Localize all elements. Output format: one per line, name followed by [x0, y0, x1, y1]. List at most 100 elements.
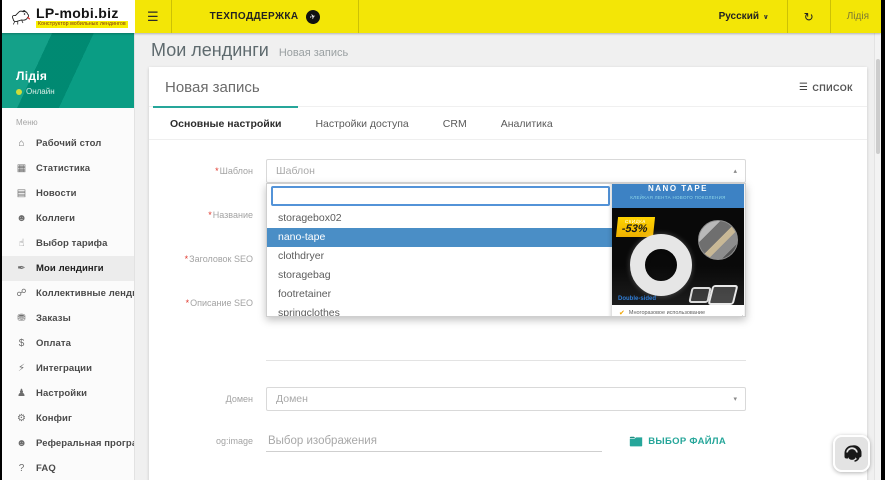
profile-status: Онлайн [16, 87, 134, 96]
sidebar-item[interactable]: ⚙ Конфиг [2, 406, 134, 431]
faq-icon: ? [18, 463, 25, 474]
tab-label: Основные настройки [170, 118, 282, 130]
tab-label: Аналитика [500, 118, 553, 130]
sidebar-item[interactable]: ☍ Коллективные лендинги [2, 281, 134, 306]
breadcrumb-sub: Новая запись [278, 47, 349, 59]
template-search-input[interactable] [271, 186, 610, 206]
colleagues-icon: ☻ [16, 213, 27, 224]
language-selector[interactable]: Русский ∨ [701, 0, 787, 33]
name-field-label: Название [149, 210, 266, 220]
logo-tagline: Конструктор мобильных лендингов [36, 20, 128, 28]
domain-placeholder: Домен [276, 393, 308, 405]
support-chat-widget[interactable] [833, 435, 870, 472]
sidebar-item-label: Новости [36, 188, 77, 199]
list-button[interactable]: ☰ СПИСОК [799, 82, 853, 93]
sidebar-item[interactable]: ♟ Настройки [2, 381, 134, 406]
sidebar-item-label: FAQ [36, 463, 56, 474]
template-option-label: springclothes [278, 307, 340, 317]
tape-piece [707, 285, 739, 305]
sidebar-item-label: Интеграции [36, 363, 93, 374]
template-option[interactable]: clothdryer [267, 247, 612, 266]
tech-support-label: ТЕХПОДДЕРЖКА [209, 11, 299, 22]
check-icon: ✔ [619, 310, 625, 317]
resize-handle-icon [738, 315, 743, 316]
tape-roll-image [630, 234, 692, 296]
username-button[interactable]: Лідія [831, 0, 881, 33]
sidebar-item[interactable]: ⚡ Интеграции [2, 356, 134, 381]
template-option-label: clothdryer [278, 250, 325, 262]
refresh-button[interactable]: ↻ [788, 0, 830, 33]
sidebar-item-label: Оплата [36, 338, 71, 349]
page-title: Мои лендинги [151, 40, 269, 60]
refresh-icon: ↻ [803, 9, 814, 24]
preview-feature-row: ✔ Многоразовое использование [612, 305, 744, 317]
folder-icon [630, 436, 643, 446]
sidebar-item[interactable]: ? FAQ [2, 456, 134, 480]
template-select[interactable]: Шаблон [266, 159, 746, 183]
scrollbar-thumb[interactable] [876, 59, 880, 154]
template-option-label: nano-tape [278, 231, 326, 243]
logo[interactable]: LP-mobi.biz Конструктор мобильных лендин… [2, 0, 135, 33]
sidebar-item[interactable]: ▦ Статистика [2, 156, 134, 181]
menu-toggle-button[interactable]: ☰ [135, 0, 171, 33]
template-option[interactable]: springclothes [267, 304, 612, 317]
sidebar: Лідія Онлайн Меню ⌂ Рабочий стол ▦ Стати… [2, 33, 135, 480]
template-field-label: Шаблон [149, 159, 266, 176]
landings-icon: ✒ [17, 263, 26, 274]
sidebar-item[interactable]: ☻ Реферальная программа [2, 431, 134, 456]
main-content: Мои лендинги Новая запись Новая запись ☰… [135, 33, 881, 480]
og-image-input[interactable] [266, 430, 602, 452]
sidebar-item[interactable]: ⌂ Рабочий стол [2, 131, 134, 156]
sidebar-item[interactable]: ✒ Мои лендинги [2, 256, 134, 281]
template-option[interactable]: nano-tape [267, 228, 612, 247]
seo-description-field-label: Описание SEO [149, 291, 266, 308]
sidebar-menu: ⌂ Рабочий стол ▦ Статистика ▤ Новости ☻ … [2, 131, 134, 480]
sidebar-item[interactable]: ☝ Выбор тарифа [2, 231, 134, 256]
profile-name: Лідія [16, 69, 48, 83]
desktop-icon: ⌂ [18, 138, 25, 149]
tab[interactable]: CRM [426, 106, 484, 139]
online-status-label: Онлайн [26, 87, 55, 96]
app-window: LP-mobi.biz Конструктор мобильных лендин… [2, 0, 881, 480]
template-option[interactable]: footretainer [267, 285, 612, 304]
tab[interactable]: Основные настройки [153, 106, 299, 139]
sidebar-item[interactable]: ⛃ Заказы [2, 306, 134, 331]
discount-badge: СКИДКА -53% [615, 217, 655, 237]
inset-photo [698, 220, 738, 260]
breadcrumb: Мои лендинги Новая запись [135, 33, 881, 67]
template-option[interactable]: storagebox02 [267, 209, 612, 228]
language-label: Русский [718, 11, 759, 22]
logo-title: LP-mobi.biz [36, 4, 119, 21]
integrations-icon: ⚡ [17, 363, 26, 374]
card-title: Новая запись [165, 79, 260, 96]
sidebar-item-label: Статистика [36, 163, 91, 174]
sidebar-item[interactable]: ☻ Коллеги [2, 206, 134, 231]
template-option-list: storagebox02 nano-tape clothdryer storag… [267, 209, 612, 317]
tab[interactable]: Аналитика [484, 106, 570, 139]
preview-title: NANO TAPE [647, 184, 709, 193]
record-card: Новая запись ☰ СПИСОК Основные настройки [149, 67, 867, 480]
sidebar-item[interactable]: $ Оплата [2, 331, 134, 356]
template-option[interactable]: storagebag [267, 266, 612, 285]
sidebar-item-label: Реферальная программа [36, 438, 134, 449]
sidebar-item[interactable]: ▤ Новости [2, 181, 134, 206]
tech-support-button[interactable]: ТЕХПОДДЕРЖКА ✈ [172, 0, 358, 33]
tab[interactable]: Настройки доступа [298, 106, 425, 139]
settings-form: Шаблон Шаблон ▴ [149, 140, 867, 453]
domain-select[interactable]: Домен [266, 387, 746, 411]
sidebar-item-label: Заказы [36, 313, 71, 324]
top-bar: LP-mobi.biz Конструктор мобильных лендин… [2, 0, 881, 33]
menu-section-label: Меню [16, 118, 38, 127]
template-placeholder: Шаблон [276, 165, 315, 177]
sidebar-item-label: Мои лендинги [36, 263, 104, 274]
payment-icon: $ [18, 338, 25, 349]
og-image-field-label: og:image [215, 436, 253, 446]
orders-icon: ⛃ [17, 313, 26, 324]
page-scrollbar[interactable] [874, 33, 881, 480]
tab-label: CRM [442, 118, 467, 130]
sidebar-item-label: Выбор тарифа [36, 238, 108, 249]
seo-title-field-label: Заголовок SEO [149, 254, 266, 264]
chevron-down-icon: ▾ [733, 396, 737, 403]
choose-file-button[interactable]: ВЫБОР ФАЙЛА [629, 436, 726, 447]
chevron-down-icon: ∨ [762, 13, 769, 21]
